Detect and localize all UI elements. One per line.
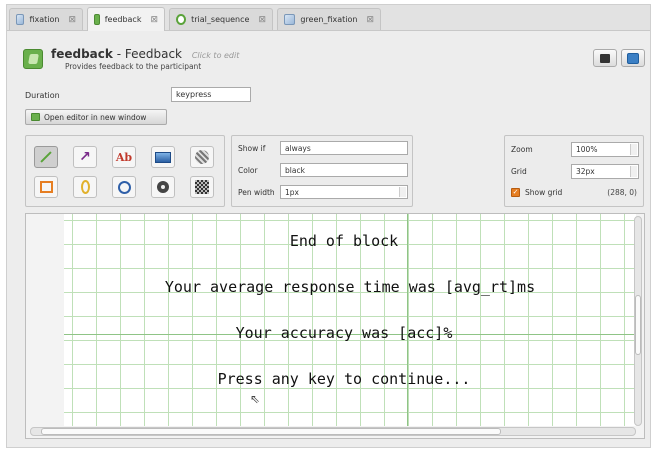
color-label: Color	[238, 166, 258, 175]
rect-tool-button[interactable]	[34, 176, 58, 198]
tab-green-fixation[interactable]: green_fixation ⊠	[277, 8, 381, 30]
canvas-text-continue[interactable]: Press any key to continue...	[64, 370, 624, 388]
sketchpad-canvas[interactable]: End of block Your average response time …	[64, 214, 636, 426]
feedback-editor-window: fixation ⊠ feedback ⊠ trial_sequence ⊠ g…	[6, 4, 651, 448]
fixdot-tool-button[interactable]	[151, 176, 175, 198]
vertical-scroll-thumb[interactable]	[635, 295, 641, 355]
tab-label: trial_sequence	[191, 15, 250, 24]
line-tool-button[interactable]	[34, 146, 58, 168]
vertical-scrollbar[interactable]	[634, 216, 642, 426]
help-icon	[627, 52, 639, 64]
close-icon[interactable]: ⊠	[366, 15, 374, 25]
noise-tool-button[interactable]	[190, 176, 214, 198]
circle-icon	[117, 180, 131, 194]
click-to-edit-hint: Click to edit	[191, 51, 240, 60]
item-description[interactable]: Provides feedback to the participant	[65, 62, 201, 71]
horizontal-scroll-thumb[interactable]	[41, 428, 501, 435]
image-icon	[155, 151, 171, 163]
sketchpad-icon	[16, 14, 25, 25]
horizontal-scrollbar[interactable]	[30, 427, 636, 436]
drawing-tools-panel: ↗ Ab	[25, 135, 225, 207]
zoom-grid-panel: Zoom 100% Grid 32px ✓ Show grid (288, 0)	[504, 135, 644, 207]
zoom-label: Zoom	[511, 145, 533, 154]
mouse-pointer-icon: ⇖	[250, 392, 261, 406]
zoom-value: 100%	[576, 145, 598, 154]
title-separator: -	[112, 47, 125, 61]
item-title[interactable]: feedback - Feedback Click to edit	[51, 47, 239, 61]
item-name: feedback	[51, 47, 113, 61]
show-grid-label: Show grid	[525, 188, 563, 197]
terminal-icon	[600, 53, 610, 63]
open-editor-label: Open editor in new window	[44, 112, 147, 122]
editor-icon	[31, 113, 40, 121]
noise-patch-icon	[195, 180, 209, 194]
sketchpad-canvas-area: End of block Your average response time …	[25, 213, 645, 439]
grid-input[interactable]: 32px	[571, 164, 639, 179]
zoom-spinner[interactable]	[630, 144, 637, 155]
script-button[interactable]	[593, 49, 617, 67]
tab-trial-sequence[interactable]: trial_sequence ⊠	[169, 8, 273, 30]
line-icon	[40, 151, 52, 163]
pen-width-input[interactable]: 1px	[280, 185, 408, 199]
color-input[interactable]: black	[280, 163, 408, 177]
gabor-icon	[195, 150, 209, 164]
tab-bar: fixation ⊠ feedback ⊠ trial_sequence ⊠ g…	[7, 5, 650, 31]
item-header: feedback - Feedback Click to edit Provid…	[21, 45, 645, 77]
feedback-icon	[23, 49, 43, 69]
close-icon[interactable]: ⊠	[68, 15, 76, 25]
fixation-dot-icon	[157, 181, 169, 193]
text-tool-button[interactable]: Ab	[112, 146, 136, 168]
rectangle-icon	[39, 181, 53, 193]
item-type: Feedback	[124, 47, 182, 61]
arrow-tool-button[interactable]: ↗	[73, 146, 97, 168]
tab-label: fixation	[29, 15, 60, 24]
open-editor-button[interactable]: Open editor in new window	[25, 109, 167, 125]
feedback-icon	[94, 14, 100, 25]
element-properties-panel: Show if always Color black Pen width 1px	[231, 135, 413, 207]
show-grid-checkbox[interactable]: ✓	[511, 188, 520, 197]
ellipse-tool-button[interactable]	[73, 176, 97, 198]
close-icon[interactable]: ⊠	[150, 15, 158, 25]
close-icon[interactable]: ⊠	[258, 15, 266, 25]
image-tool-button[interactable]	[151, 146, 175, 168]
canvas-text-end-of-block[interactable]: End of block	[64, 232, 624, 250]
tab-label: feedback	[104, 15, 142, 24]
show-if-label: Show if	[238, 144, 266, 153]
tab-feedback[interactable]: feedback ⊠	[87, 7, 165, 31]
duration-input[interactable]: keypress	[171, 87, 251, 102]
help-button[interactable]	[621, 49, 645, 67]
grid-value: 32px	[576, 167, 595, 176]
text-icon: Ab	[115, 150, 133, 164]
grid-label: Grid	[511, 167, 527, 176]
arrow-icon: ↗	[79, 149, 91, 165]
show-if-input[interactable]: always	[280, 141, 408, 155]
tab-label: green_fixation	[300, 15, 358, 24]
canvas-text-avg-rt[interactable]: Your average response time was [avg_rt]m…	[70, 278, 630, 296]
gabor-tool-button[interactable]	[190, 146, 214, 168]
cursor-coordinates: (288, 0)	[607, 188, 637, 197]
zoom-input[interactable]: 100%	[571, 142, 639, 157]
sequence-icon	[176, 14, 187, 25]
canvas-text-accuracy[interactable]: Your accuracy was [acc]%	[64, 324, 624, 342]
pen-width-value: 1px	[285, 188, 299, 197]
sketchpad-icon	[284, 14, 296, 25]
circle-tool-button[interactable]	[112, 176, 136, 198]
pen-width-label: Pen width	[238, 188, 275, 197]
grid-spinner[interactable]	[630, 166, 637, 177]
ellipse-icon	[80, 180, 90, 194]
pen-width-spinner[interactable]	[399, 187, 406, 197]
tab-fixation[interactable]: fixation ⊠	[9, 8, 83, 30]
duration-label: Duration	[25, 91, 60, 100]
